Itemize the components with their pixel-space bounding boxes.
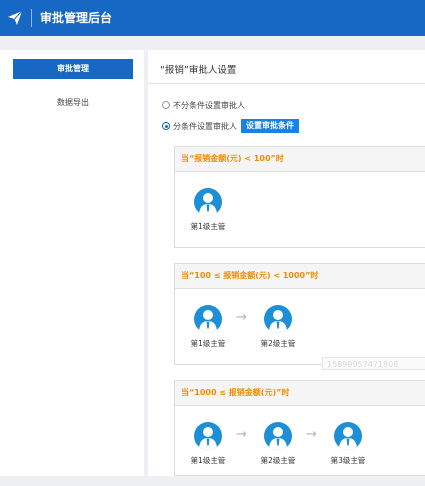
approver-label: 第3级主管	[330, 456, 366, 465]
sidebar-item-data-export[interactable]: 数据导出	[13, 93, 133, 113]
set-conditions-button[interactable]: 设置审批条件	[241, 119, 299, 133]
option-by-conditions-label: 分条件设置审批人	[173, 121, 237, 131]
radio-by-conditions[interactable]	[162, 122, 170, 130]
approver-node[interactable]: 第2级主管	[253, 305, 303, 349]
option-by-conditions[interactable]: 分条件设置审批人 设置审批条件	[162, 119, 299, 133]
approver-label: 第1级主管	[190, 339, 226, 348]
title-divider	[148, 83, 425, 84]
arrow-right-icon: →	[306, 427, 317, 442]
option-no-conditions-label: 不分条件设置审批人	[173, 100, 245, 110]
approver-label: 第1级主管	[190, 456, 226, 465]
approver-node[interactable]: 第1级主管	[183, 188, 233, 232]
option-no-conditions[interactable]: 不分条件设置审批人	[162, 98, 245, 112]
paper-plane-icon	[8, 10, 23, 25]
header-divider	[31, 9, 32, 27]
person-icon	[334, 422, 362, 450]
sidebar-item-approval-management[interactable]: 审批管理	[13, 59, 133, 79]
person-icon	[194, 188, 222, 216]
main-panel: “报销”审批人设置 不分条件设置审批人 分条件设置审批人 设置审批条件 当“报销…	[148, 50, 425, 476]
person-icon	[264, 422, 292, 450]
approver-label: 第1级主管	[190, 222, 226, 231]
approver-node[interactable]: 第2级主管	[253, 422, 303, 466]
watermark: 15899957471808	[322, 357, 425, 370]
person-icon	[264, 305, 292, 333]
approver-label: 第2级主管	[260, 339, 296, 348]
approver-node[interactable]: 第3级主管	[323, 422, 373, 466]
condition-card-1: 当“报销金额(元) < 100”时 第1级主管	[174, 146, 425, 248]
condition-header: 当“报销金额(元) < 100”时	[175, 147, 425, 172]
approver-node[interactable]: 第1级主管	[183, 305, 233, 349]
top-bar: 审批管理后台	[0, 0, 425, 36]
page-title: “报销”审批人设置	[160, 65, 237, 76]
radio-no-conditions[interactable]	[162, 101, 170, 109]
arrow-right-icon: →	[236, 427, 247, 442]
condition-header: 当“100 ≤ 报销金额(元) < 1000”时	[175, 264, 425, 289]
approver-label: 第2级主管	[260, 456, 296, 465]
condition-card-3: 当“1000 ≤ 报销金额(元)”时 第1级主管 → 第2级主管 → 第3级主管	[174, 380, 425, 476]
logo[interactable]	[0, 0, 30, 36]
person-icon	[194, 305, 222, 333]
approver-node[interactable]: 第1级主管	[183, 422, 233, 466]
app-title: 审批管理后台	[40, 11, 113, 25]
sidebar: 审批管理 数据导出	[0, 50, 144, 476]
person-icon	[194, 422, 222, 450]
arrow-right-icon: →	[236, 310, 247, 325]
condition-header: 当“1000 ≤ 报销金额(元)”时	[175, 381, 425, 406]
condition-card-2: 当“100 ≤ 报销金额(元) < 1000”时 第1级主管 → 第2级主管	[174, 263, 425, 365]
